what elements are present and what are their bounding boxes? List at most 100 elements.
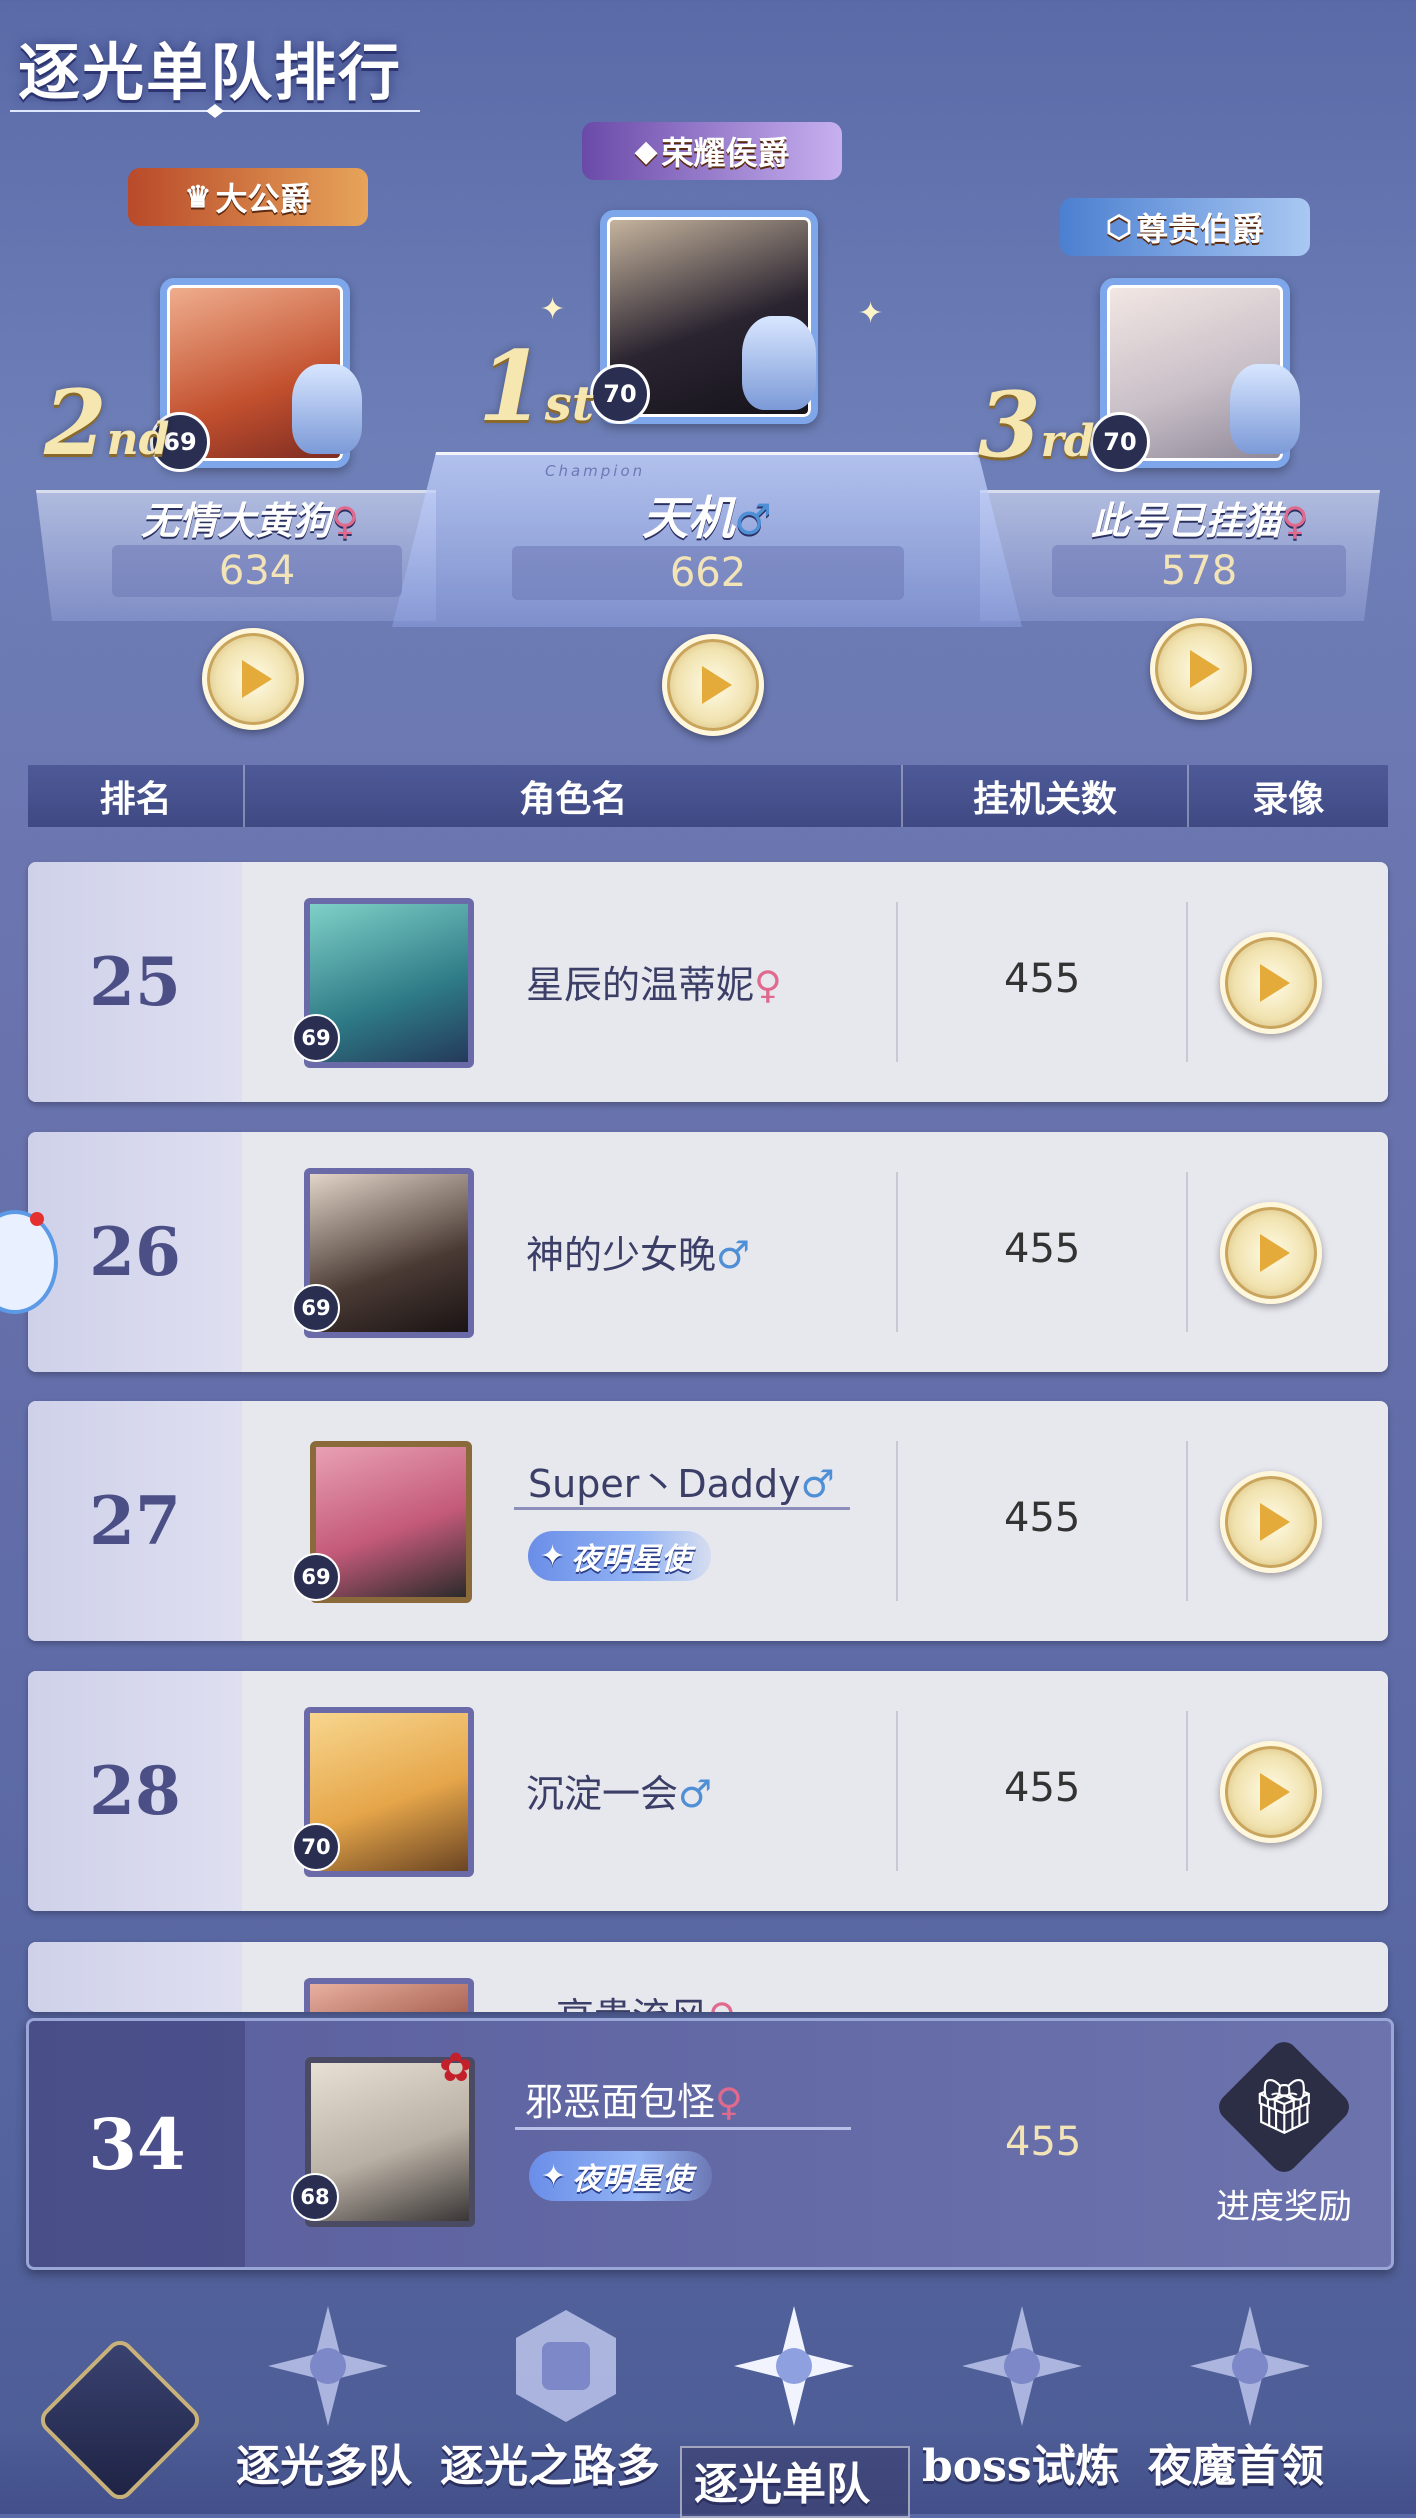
- row-name: 沉淀一会♂: [526, 1772, 713, 1816]
- podium-third-title: ⬡ 尊贵伯爵: [1060, 198, 1310, 256]
- row-level: 69: [292, 1284, 340, 1332]
- row-name: Super丶Daddy♂: [528, 1462, 835, 1506]
- male-icon: ♂: [716, 1233, 751, 1277]
- nav-emblem-icon-active: [734, 2306, 854, 2426]
- row-score: 455: [1004, 956, 1081, 1002]
- male-icon: ♂: [800, 1462, 835, 1506]
- champion-label: Champion: [545, 462, 646, 480]
- male-icon: ♂: [678, 1772, 713, 1816]
- self-level: 68: [291, 2173, 339, 2221]
- diamond-icon: ◆: [634, 133, 658, 169]
- star-icon: ✦: [540, 1538, 566, 1574]
- podium-third-score: 578: [1052, 545, 1346, 597]
- nav-tab-boss-trial[interactable]: boss试炼: [922, 2430, 1120, 2494]
- nav-emblem-icon: [268, 2306, 388, 2426]
- row-score: 455: [1004, 1495, 1081, 1541]
- female-icon: ♀: [708, 1995, 736, 2012]
- mascot-icon: [742, 316, 816, 410]
- nav-tab-night-boss[interactable]: 夜魔首领: [1148, 2430, 1324, 2494]
- nav-tab-multi-team[interactable]: 逐光多队: [236, 2430, 412, 2494]
- progress-reward-button[interactable]: 🎁︎ 进度奖励: [1199, 2036, 1369, 2245]
- podium-second-rank: 2nd: [44, 370, 170, 476]
- table-row: 28 70 沉淀一会♂ 455: [28, 1671, 1388, 1911]
- female-icon: ♀: [715, 2080, 743, 2124]
- divider: [896, 1172, 898, 1332]
- divider: [1186, 1711, 1188, 1871]
- table-row: 25 69 星辰的温蒂妮♀ 455: [28, 862, 1388, 1102]
- podium-second-score: 634: [112, 545, 402, 597]
- nav-emblem-icon: [1190, 2306, 1310, 2426]
- nav-tab-single-team[interactable]: 逐光单队: [694, 2448, 870, 2512]
- podium-second-name: 无情大黄狗♀: [141, 499, 359, 543]
- row-replay-button[interactable]: [1220, 932, 1322, 1034]
- name-underline: [514, 1507, 850, 1510]
- female-icon: ♀: [1281, 499, 1309, 543]
- row-name: 神的少女晚♂: [526, 1233, 751, 1277]
- row-name: 高贵流风♀: [556, 1986, 736, 2012]
- crown-icon: ♛: [184, 179, 212, 215]
- row-avatar[interactable]: [304, 1978, 474, 2012]
- column-stages: 挂机关数: [903, 765, 1189, 827]
- divider: [896, 1711, 898, 1871]
- podium-third-rank: 3rd: [978, 372, 1095, 478]
- row-rank: 26: [28, 1132, 242, 1372]
- self-score: 455: [1005, 2119, 1082, 2165]
- gift-icon: 🎁︎: [1213, 2036, 1355, 2178]
- title-badge: ✦ 夜明星使: [529, 2151, 713, 2201]
- fist-icon: [516, 2310, 616, 2422]
- shield-icon: ⬡: [1105, 209, 1133, 245]
- rose-icon: ✿: [439, 2045, 473, 2091]
- row-rank: 25: [28, 862, 242, 1102]
- column-name: 角色名: [245, 765, 904, 827]
- self-name: 邪恶面包怪♀: [525, 2080, 743, 2124]
- page-title: 逐光单队排行: [18, 36, 403, 109]
- divider: [896, 1441, 898, 1601]
- row-level: 70: [292, 1823, 340, 1871]
- column-replay: 录像: [1252, 779, 1325, 820]
- podium-first-score: 662: [512, 546, 904, 600]
- star-icon: ✦: [541, 2158, 567, 2194]
- row-rank: 28: [28, 1671, 242, 1911]
- row-score: 455: [1004, 1765, 1081, 1811]
- mascot-icon: [292, 364, 362, 454]
- divider: [1186, 1441, 1188, 1601]
- nav-emblem-icon: [962, 2306, 1082, 2426]
- divider: [1186, 902, 1188, 1062]
- title-badge: ✦ 夜明星使: [528, 1531, 712, 1581]
- nav-tab-road-multi[interactable]: 逐光之路多: [440, 2430, 660, 2494]
- row-name: 星辰的温蒂妮♀: [526, 963, 782, 1007]
- row-score: 455: [1004, 1226, 1081, 1272]
- female-icon: ♀: [754, 963, 782, 1007]
- table-header: 排名 角色名 挂机关数 录像: [28, 765, 1388, 827]
- title-ornament: [10, 104, 420, 118]
- notification-dot: [30, 1212, 44, 1226]
- podium-third-replay-button[interactable]: [1150, 618, 1252, 720]
- podium-first-replay-button[interactable]: [662, 634, 764, 736]
- table-row: 26 69 神的少女晚♂ 455: [28, 1132, 1388, 1372]
- self-rank: 34: [29, 2021, 245, 2267]
- female-icon: ♀: [331, 499, 359, 543]
- row-rank: [28, 1942, 242, 2012]
- name-underline: [515, 2127, 851, 2130]
- self-rank-row: 34 ✿ 68 邪恶面包怪♀ ✦ 夜明星使 455 🎁︎ 进度奖励: [26, 2018, 1394, 2270]
- reward-label: 进度奖励: [1216, 2187, 1352, 2227]
- row-level: 69: [292, 1553, 340, 1601]
- table-row: 高贵流风♀: [28, 1942, 1388, 2012]
- podium-second-replay-button[interactable]: [202, 628, 304, 730]
- table-row: 27 69 Super丶Daddy♂ ✦ 夜明星使 455: [28, 1401, 1388, 1641]
- podium-third-level: 70: [1090, 412, 1150, 472]
- row-replay-button[interactable]: [1220, 1741, 1322, 1843]
- podium-first-name: 天机♂: [642, 491, 772, 545]
- podium-third-name: 此号已挂猫♀: [1091, 499, 1309, 543]
- mascot-icon: [1230, 364, 1300, 454]
- podium-first-rank: 1st: [478, 330, 594, 443]
- male-icon: ♂: [734, 495, 772, 544]
- podium-first-title: ◆ 荣耀侯爵: [582, 122, 842, 180]
- column-rank: 排名: [28, 765, 246, 827]
- podium-first-level: 70: [590, 364, 650, 424]
- divider: [1186, 1172, 1188, 1332]
- podium-second-title: ♛ 大公爵: [128, 168, 368, 226]
- row-replay-button[interactable]: [1220, 1471, 1322, 1573]
- row-rank: 27: [28, 1401, 242, 1641]
- row-replay-button[interactable]: [1220, 1202, 1322, 1304]
